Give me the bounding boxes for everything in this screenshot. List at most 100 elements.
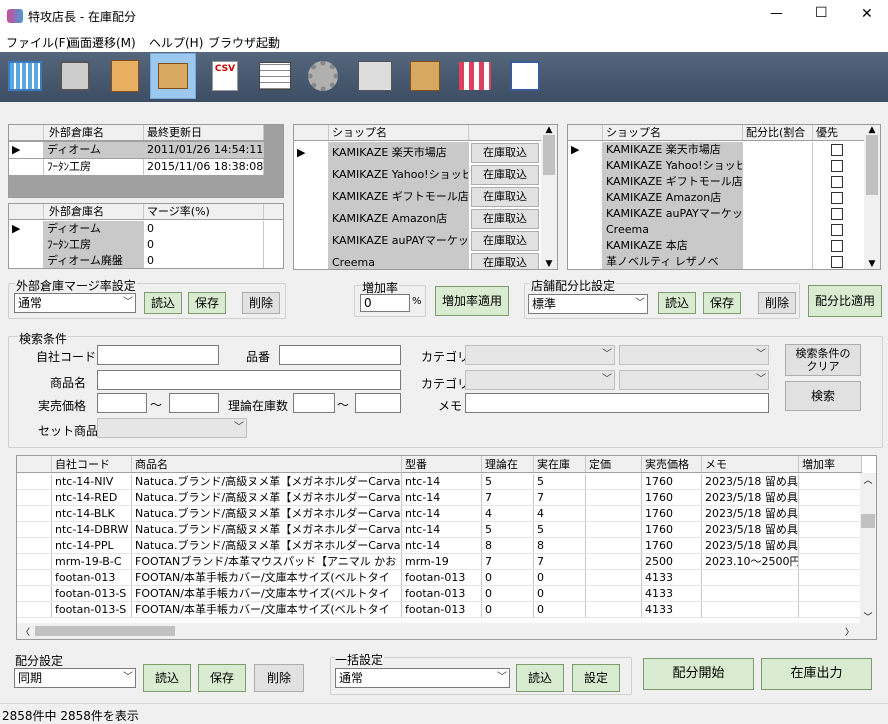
search-button[interactable]: 検索 (785, 381, 861, 411)
import-stock-button[interactable]: 在庫取込 (471, 143, 539, 163)
column-header[interactable]: 外部倉庫名 (44, 125, 144, 140)
menu-file[interactable]: ファイル(F) (6, 34, 70, 51)
category1-select[interactable]: ﹀ (465, 345, 615, 365)
table-row[interactable]: footan-013 FOOTAN/本革手帳カバー/文庫本サイズ(ベルトタイ foo… (17, 570, 862, 586)
code-input[interactable] (97, 345, 219, 365)
table-row[interactable]: ディオーム廃盤 0 (9, 253, 283, 268)
margin-load-button[interactable]: 読込 (144, 292, 182, 314)
table-row[interactable]: footan-013-S FOOTAN/本革手帳カバー/文庫本サイズ(ベルトタイ f… (17, 586, 862, 602)
table-row[interactable]: KAMIKAZE ギフトモール店 在庫取込 (294, 186, 544, 208)
priority-checkbox[interactable] (831, 144, 843, 156)
priority-checkbox[interactable] (831, 160, 843, 172)
table-row[interactable]: KAMIKAZE auPAYマーケッ 在庫取込 (294, 230, 544, 252)
clear-search-button[interactable]: 検索条件の クリア (785, 344, 861, 376)
price-max-input[interactable] (169, 393, 219, 413)
table-row[interactable]: ntc-14-NIV Natuca.ブランド/高級ヌメ革【メガネホルダーCarva… (17, 474, 862, 490)
calendar-icon[interactable] (2, 53, 48, 99)
table-row[interactable]: Creema (568, 222, 865, 238)
category2-select[interactable]: ﹀ (465, 370, 615, 390)
table-row[interactable]: ntc-14-DBRW Natuca.ブランド/高級ヌメ革【メガネホルダーCarv… (17, 522, 862, 538)
set-select[interactable]: ﹀ (97, 418, 247, 438)
column-header[interactable]: マージ率(%) (144, 204, 264, 219)
export-stock-button[interactable]: 在庫出力 (761, 658, 872, 690)
close-button[interactable]: ✕ (861, 6, 873, 22)
bulk-select[interactable]: 通常 ﹀ (335, 668, 510, 688)
priority-checkbox[interactable] (831, 256, 843, 268)
distribution-load-button[interactable]: 読込 (143, 664, 191, 692)
table-row[interactable]: ntc-14-RED Natuca.ブランド/高級ヌメ革【メガネホルダーCarva… (17, 490, 862, 506)
import-stock-button[interactable]: 在庫取込 (471, 165, 539, 185)
name-input[interactable] (97, 370, 401, 390)
column-header[interactable]: ショップ名 (329, 125, 469, 140)
increase-rate-input[interactable]: 0 (360, 294, 410, 312)
minimize-button[interactable]: — (770, 6, 783, 21)
category1-sub-select[interactable]: ﹀ (619, 345, 769, 365)
column-header[interactable]: 理論在 (482, 456, 534, 472)
priority-checkbox[interactable] (831, 240, 843, 252)
shop-icon[interactable] (452, 53, 498, 99)
start-distribution-button[interactable]: 配分開始 (643, 658, 754, 690)
ratio-cell[interactable] (743, 174, 813, 190)
menu-browser[interactable]: ブラウザ起動 (208, 34, 280, 51)
box-distribution-icon[interactable] (402, 53, 448, 99)
margin-setting-select[interactable]: 通常 ﹀ (14, 293, 136, 313)
price-min-input[interactable] (97, 393, 147, 413)
column-header[interactable]: 商品名 (132, 456, 402, 472)
menu-help[interactable]: ヘルプ(H) (149, 34, 203, 51)
column-header[interactable]: 最終更新日 (144, 125, 264, 140)
distribution-save-button[interactable]: 保存 (198, 664, 246, 692)
column-header[interactable]: 増加率 (799, 456, 862, 472)
table-row[interactable]: KAMIKAZE 本店 (568, 238, 865, 254)
table-row[interactable]: mrm-19-B-C FOOTANブランド/本革マウスパッド【アニマル かお シリ… (17, 554, 862, 570)
column-header[interactable]: 実売価格 (642, 456, 702, 472)
maximize-button[interactable]: ☐ (815, 5, 828, 21)
import-stock-button[interactable]: 在庫取込 (471, 187, 539, 207)
ratio-cell[interactable] (743, 238, 813, 254)
import-stock-button[interactable]: 在庫取込 (471, 209, 539, 229)
part-input[interactable] (279, 345, 401, 365)
table-row[interactable]: footan-013-S FOOTAN/本革手帳カバー/文庫本サイズ(ベルトタイ f… (17, 602, 862, 618)
gear-icon[interactable] (300, 53, 346, 99)
vertical-scrollbar[interactable]: ︿ ﹀ (860, 473, 876, 623)
apply-increase-button[interactable]: 増加率適用 (435, 286, 509, 316)
stock-max-input[interactable] (355, 393, 401, 413)
column-header[interactable]: 配分比(割合 (743, 125, 813, 140)
ratio-cell[interactable] (743, 142, 813, 158)
category2-sub-select[interactable]: ﹀ (619, 370, 769, 390)
column-header[interactable]: 実在庫 (534, 456, 586, 472)
distribution-select[interactable]: 同期 ﹀ (14, 668, 136, 688)
table-row[interactable]: ▶ ディオーム 0 (9, 221, 283, 237)
column-header[interactable]: 優先 (813, 125, 865, 140)
priority-checkbox[interactable] (831, 192, 843, 204)
column-header[interactable]: 外部倉庫名 (44, 204, 144, 219)
shop-report-icon[interactable] (502, 53, 548, 99)
menu-screen[interactable]: 画面遷移(M) (68, 34, 136, 51)
shop-ratio-load-button[interactable]: 読込 (658, 292, 696, 314)
distribution-delete-button[interactable]: 削除 (254, 664, 304, 692)
shop-ratio-select[interactable]: 標準 ﹀ (528, 294, 648, 314)
shop-ratio-delete-button[interactable]: 削除 (758, 292, 796, 314)
column-header[interactable]: 自社コード (52, 456, 132, 472)
table-row[interactable]: ntc-14-BLK Natuca.ブランド/高級ヌメ革【メガネホルダーCarva… (17, 506, 862, 522)
priority-checkbox[interactable] (831, 208, 843, 220)
stock-min-input[interactable] (293, 393, 335, 413)
table-row[interactable]: KAMIKAZE Yahoo!ショッピ 在庫取込 (294, 164, 544, 186)
csv-download-icon[interactable]: CSV (202, 53, 248, 99)
memo-input[interactable] (465, 393, 769, 413)
column-header[interactable]: 定価 (586, 456, 642, 472)
column-header[interactable]: ショップ名 (603, 125, 743, 140)
apply-ratio-button[interactable]: 配分比適用 (808, 285, 882, 317)
vertical-scrollbar[interactable]: ▲ ▼ (864, 125, 880, 269)
bulk-load-button[interactable]: 読込 (516, 664, 564, 692)
stock-list-icon[interactable] (352, 53, 398, 99)
table-row[interactable]: KAMIKAZE Amazon店 (568, 190, 865, 206)
column-header[interactable]: メモ (702, 456, 799, 472)
register-icon[interactable] (52, 53, 98, 99)
table-row[interactable]: ﾌｰﾀﾝ工房 0 (9, 237, 283, 253)
table-row[interactable]: ▶ ディオーム 2011/01/26 14:54:11 (9, 142, 264, 158)
spreadsheet-icon[interactable] (252, 53, 298, 99)
table-row[interactable]: KAMIKAZE auPAYマーケッ (568, 206, 865, 222)
ratio-cell[interactable] (743, 206, 813, 222)
table-row[interactable]: KAMIKAZE ギフトモール店 (568, 174, 865, 190)
shop-ratio-save-button[interactable]: 保存 (703, 292, 741, 314)
